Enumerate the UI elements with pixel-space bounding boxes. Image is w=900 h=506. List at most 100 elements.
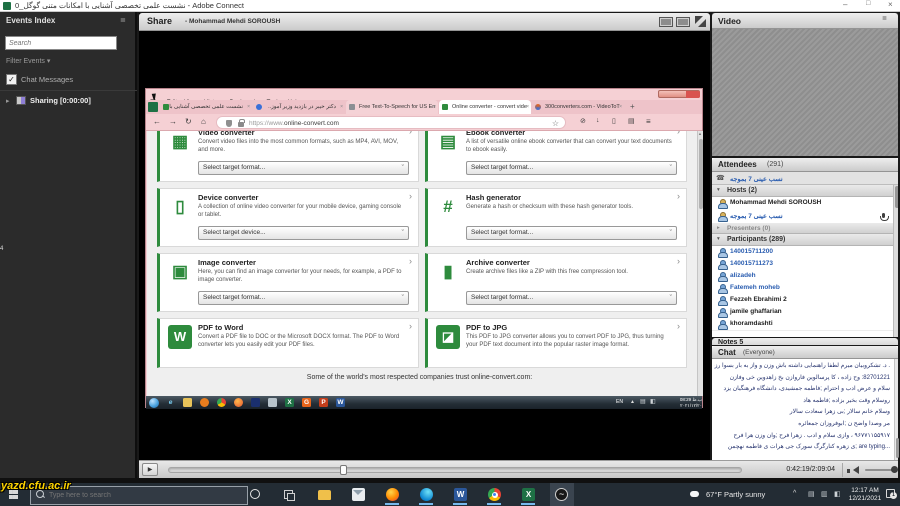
cortana-icon[interactable] (250, 489, 260, 499)
word-icon[interactable]: W (336, 398, 345, 407)
win7-tray-icon-1[interactable]: ▤ (640, 398, 646, 405)
tab-tts[interactable]: Free Text-To-Speech for US En × (346, 100, 438, 114)
tray-expand-chevron[interactable]: ^ (793, 490, 796, 497)
powerpoint-icon[interactable]: P (319, 398, 328, 407)
volume-thumb[interactable] (891, 466, 898, 473)
share-view-alt-icon[interactable] (676, 17, 690, 27)
reload-icon[interactable]: ↻ (185, 117, 192, 126)
win7-start-orb[interactable] (149, 398, 159, 408)
hamburger-menu-icon[interactable]: ≡ (646, 117, 651, 126)
chevron-right-icon[interactable]: › (409, 321, 412, 331)
shield-icon[interactable] (226, 120, 232, 127)
target-format-select[interactable]: Select target format...ˇ (466, 161, 677, 175)
share-view-icon[interactable] (659, 17, 673, 27)
notification-center-icon[interactable]: 1 (886, 489, 895, 498)
home-icon[interactable]: ⌂ (201, 117, 206, 126)
play-button[interactable]: ▶ (142, 463, 158, 476)
weather-label[interactable]: 67°F Partly sunny (706, 490, 765, 499)
sidebar-panel-icon[interactable]: ▤ (628, 117, 635, 125)
pinned-tab-icon[interactable] (148, 102, 158, 112)
downloads-icon[interactable]: ↓ (596, 117, 600, 124)
card-title[interactable]: Image converter (198, 258, 256, 267)
volume-icon[interactable] (847, 466, 859, 475)
chrome-icon[interactable] (217, 398, 226, 407)
card-title[interactable]: Device converter (198, 193, 258, 202)
chevron-right-icon[interactable]: › (677, 256, 680, 266)
tray-icon-2[interactable]: ▥ (821, 490, 828, 498)
app-gray-icon[interactable] (268, 398, 277, 407)
edge-icon[interactable] (420, 488, 433, 501)
firefox-icon[interactable] (386, 488, 399, 501)
phone-attendee-row[interactable]: ☎ نسب عینی 7 بموجه (712, 172, 898, 185)
chevron-right-icon[interactable]: › (409, 131, 412, 136)
task-view-icon[interactable] (284, 490, 293, 499)
window-close-button[interactable]: × (888, 0, 893, 9)
chevron-right-icon[interactable]: › (409, 256, 412, 266)
mail-icon[interactable] (352, 488, 365, 501)
media-player-icon[interactable] (200, 398, 209, 407)
attendee-row-host[interactable]: Mohammad Mehdi SOROUSH (712, 197, 893, 211)
card-title[interactable]: Hash generator (466, 193, 521, 202)
tab-close-icon[interactable]: × (433, 100, 436, 114)
ie-icon[interactable]: e (166, 398, 175, 407)
target-format-select[interactable]: Select target format...ˇ (198, 161, 409, 175)
tab-close-icon[interactable]: × (340, 100, 343, 114)
target-device-select[interactable]: Select target device...ˇ (198, 226, 409, 240)
blocking-icon[interactable]: ⊘ (580, 117, 586, 125)
win7-clock[interactable]: 08:29 ب.ظ ۲۰۲۱/۱۲/۲۰ (662, 397, 702, 408)
attendees-scrollbar[interactable] (893, 185, 898, 337)
chevron-right-icon[interactable]: › (409, 191, 412, 201)
excel-icon[interactable]: X (522, 488, 535, 501)
url-text[interactable]: https://www.online-convert.com (249, 120, 529, 127)
seek-track[interactable] (168, 467, 742, 473)
new-tab-button[interactable]: + (630, 102, 635, 111)
collapse-icon[interactable]: ▾ (717, 187, 720, 193)
events-search-input[interactable] (5, 36, 117, 50)
card-title[interactable]: PDF to Word (198, 323, 243, 332)
card-title[interactable]: Ebook converter (466, 131, 525, 137)
card-title[interactable]: PDF to JPG (466, 323, 507, 332)
card-title[interactable]: Video converter (198, 131, 255, 137)
attendee-row[interactable]: khoramdashti (712, 318, 893, 331)
fullscreen-icon[interactable] (695, 16, 706, 27)
file-explorer-icon[interactable] (318, 490, 331, 500)
firefox-close-icon[interactable] (686, 91, 700, 98)
sharing-expand-icon[interactable]: ▸ (6, 97, 10, 105)
participants-group-header[interactable]: ▾ Participants (289) (712, 234, 898, 246)
chevron-right-icon[interactable]: › (677, 321, 680, 331)
forward-icon[interactable]: → (169, 117, 177, 126)
chat-scrollbar[interactable] (894, 359, 898, 460)
target-format-select[interactable]: Select target format...ˇ (198, 291, 409, 305)
taskbar-clock[interactable]: 12:17 AM 12/21/2021 (846, 487, 884, 503)
scrollbar-thumb[interactable] (896, 438, 899, 458)
page-scrollbar[interactable]: ▲ (697, 131, 703, 396)
firefox-icon[interactable] (234, 398, 243, 407)
sharing-event-item[interactable]: Sharing [0:00:00] (30, 96, 91, 105)
win7-tray-chevron-icon[interactable]: ▲ (630, 399, 635, 405)
explorer-icon[interactable] (183, 398, 192, 407)
word-icon[interactable]: W (454, 488, 467, 501)
chevron-right-icon[interactable]: › (677, 131, 680, 136)
tab-close-icon[interactable]: × (619, 100, 622, 114)
presenters-group-header[interactable]: ▸ Presenters (0) (712, 223, 898, 234)
tab-close-icon[interactable]: × (526, 100, 529, 114)
back-icon[interactable]: ← (153, 117, 161, 126)
win7-tray-icon-2[interactable]: ◧ (650, 398, 656, 405)
seek-thumb[interactable] (340, 465, 347, 475)
tab-news[interactable]: دکتر خیبر در بازدید وزیر آموز.. × (253, 100, 345, 114)
gom-icon[interactable]: G (302, 398, 311, 407)
app-navy-icon[interactable] (251, 398, 260, 407)
url-bar[interactable]: https://www.online-convert.com ☆ (216, 116, 566, 129)
filter-events-dropdown[interactable]: Filter Events ▾ (6, 57, 50, 65)
tray-icon-1[interactable]: ▤ (808, 490, 815, 498)
attendee-row-host[interactable]: نسب عینی 7 بموجه (712, 210, 893, 224)
pod-menu-icon[interactable]: ≣ (120, 16, 126, 24)
window-minimize-button[interactable]: – (843, 0, 847, 9)
scrollbar-thumb[interactable] (895, 186, 899, 208)
excel-icon[interactable]: X (285, 398, 294, 407)
chrome-icon[interactable] (488, 488, 501, 501)
chat-messages-checkbox[interactable]: ✓ (6, 74, 17, 85)
library-icon[interactable]: ▯ (612, 117, 616, 125)
target-format-select[interactable]: Select target format...ˇ (466, 226, 677, 240)
tab-adobe-connect[interactable]: نشست علمی تخصصی آشنایی با × (160, 100, 252, 114)
